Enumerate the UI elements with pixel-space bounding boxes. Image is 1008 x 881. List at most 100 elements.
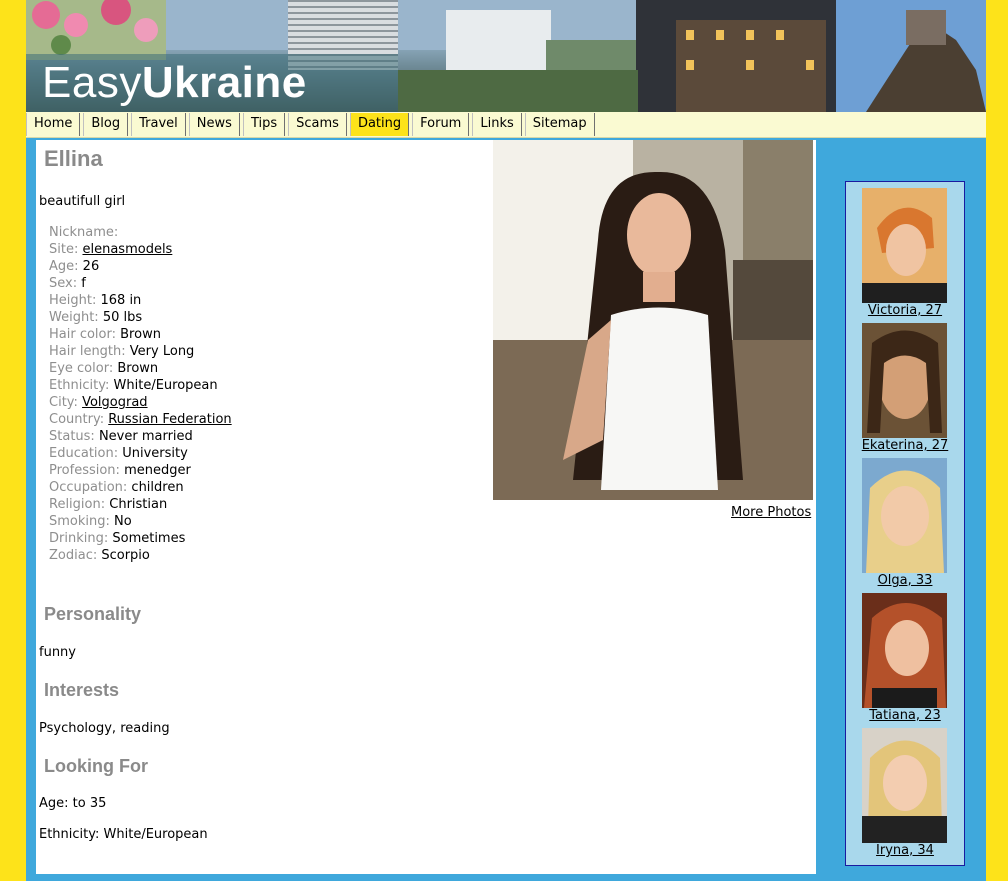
- nav-dating[interactable]: Dating: [349, 113, 410, 136]
- detail-eye-color: Eye color: Brown: [49, 360, 259, 377]
- featured-profile-link[interactable]: Victoria, 27: [850, 303, 960, 318]
- personality-heading: Personality: [44, 604, 142, 624]
- detail-value: menedger: [124, 463, 191, 478]
- featured-profile[interactable]: Ekaterina, 27: [862, 323, 948, 453]
- nav-tips[interactable]: Tips: [242, 113, 286, 136]
- detail-value: Never married: [98, 429, 193, 444]
- detail-label: Eye color:: [49, 361, 114, 376]
- featured-profile-link[interactable]: Iryna, 34: [850, 843, 960, 858]
- detail-value: White/European: [113, 378, 218, 393]
- nav-home[interactable]: Home: [26, 113, 81, 136]
- detail-value: University: [122, 446, 188, 461]
- detail-label: Drinking:: [49, 531, 109, 546]
- detail-value: 168 in: [100, 293, 142, 308]
- detail-profession: Profession: menedger: [49, 462, 259, 479]
- personality-text: funny: [39, 645, 76, 660]
- detail-smoking: Smoking: No: [49, 513, 259, 530]
- detail-label: Occupation:: [49, 480, 128, 495]
- profile-tagline: beautifull girl: [39, 194, 126, 209]
- looking-for-heading: Looking For: [44, 756, 148, 776]
- detail-value: No: [114, 514, 132, 529]
- nav-forum[interactable]: Forum: [412, 113, 470, 136]
- detail-label: Hair color:: [49, 327, 116, 342]
- profile-thumbnail[interactable]: [862, 728, 947, 843]
- featured-profile[interactable]: Victoria, 27: [862, 188, 947, 318]
- detail-value: Christian: [109, 497, 168, 512]
- detail-label: Age:: [49, 259, 79, 274]
- nav-news[interactable]: News: [188, 113, 240, 136]
- detail-value: Very Long: [129, 344, 195, 359]
- featured-profile-link[interactable]: Olga, 33: [850, 573, 960, 588]
- detail-zodiac: Zodiac: Scorpio: [49, 547, 259, 564]
- featured-profile[interactable]: Tatiana, 23: [862, 593, 947, 723]
- profile-thumbnail[interactable]: [862, 458, 947, 573]
- detail-value: 26: [82, 259, 100, 274]
- nav-blog[interactable]: Blog: [83, 113, 129, 136]
- detail-drinking: Drinking: Sometimes: [49, 530, 259, 547]
- detail-value: f: [81, 276, 86, 291]
- country-link[interactable]: Russian Federation: [108, 412, 231, 427]
- logo-text-light: Easy: [42, 58, 142, 107]
- site-link[interactable]: elenasmodels: [82, 242, 172, 257]
- detail-value: Sometimes: [112, 531, 186, 546]
- logo-text-bold: Ukraine: [141, 58, 307, 107]
- detail-label: Profession:: [49, 463, 120, 478]
- detail-label: Nickname:: [49, 225, 119, 240]
- more-photos-link[interactable]: More Photos: [731, 505, 811, 520]
- featured-profiles-sidebar: Victoria, 27 Ekaterina, 27 Olga, 33 Tati…: [845, 181, 965, 866]
- page-frame: EasyUkraine Home Blog Travel News Tips S…: [26, 0, 986, 881]
- detail-label: City:: [49, 395, 78, 410]
- detail-value: Brown: [117, 361, 159, 376]
- detail-status: Status: Never married: [49, 428, 259, 445]
- nav-travel[interactable]: Travel: [131, 113, 186, 136]
- nav-scams[interactable]: Scams: [288, 113, 347, 136]
- detail-education: Education: University: [49, 445, 259, 462]
- profile-thumbnail[interactable]: [862, 593, 947, 708]
- detail-label: Sex:: [49, 276, 78, 291]
- profile-name: Ellina: [44, 146, 103, 171]
- detail-nickname: Nickname:: [49, 224, 259, 241]
- looking-for-age: Age: to 35: [39, 796, 107, 811]
- profile-photo-image: [493, 140, 813, 500]
- detail-height: Height: 168 in: [49, 292, 259, 309]
- profile-thumbnail[interactable]: [862, 323, 947, 438]
- featured-profile-link[interactable]: Tatiana, 23: [850, 708, 960, 723]
- detail-sex: Sex: f: [49, 275, 259, 292]
- profile-photo[interactable]: [493, 140, 813, 500]
- profile-content: Ellina beautifull girl Nickname: Site: e…: [36, 140, 816, 874]
- detail-value: 50 lbs: [102, 310, 143, 325]
- nav-links[interactable]: Links: [472, 113, 522, 136]
- featured-profile[interactable]: Iryna, 34: [862, 728, 947, 858]
- city-link[interactable]: Volgograd: [82, 395, 147, 410]
- detail-ethnicity: Ethnicity: White/European: [49, 377, 259, 394]
- detail-city: City: Volgograd: [49, 394, 259, 411]
- detail-hair-color: Hair color: Brown: [49, 326, 259, 343]
- detail-label: Religion:: [49, 497, 106, 512]
- featured-profile[interactable]: Olga, 33: [862, 458, 947, 588]
- detail-label: Site:: [49, 242, 79, 257]
- detail-label: Height:: [49, 293, 97, 308]
- detail-value: Scorpio: [101, 548, 150, 563]
- detail-value: Brown: [120, 327, 161, 342]
- detail-site: Site: elenasmodels: [49, 241, 259, 258]
- detail-label: Hair length:: [49, 344, 126, 359]
- interests-heading: Interests: [44, 680, 120, 700]
- detail-age: Age: 26: [49, 258, 259, 275]
- detail-hair-length: Hair length: Very Long: [49, 343, 259, 360]
- main-navigation: Home Blog Travel News Tips Scams Dating …: [26, 112, 986, 138]
- detail-occupation: Occupation: children: [49, 479, 259, 496]
- detail-label: Smoking:: [49, 514, 110, 529]
- detail-weight: Weight: 50 lbs: [49, 309, 259, 326]
- detail-label: Ethnicity:: [49, 378, 110, 393]
- profile-thumbnail[interactable]: [862, 188, 947, 303]
- detail-label: Status:: [49, 429, 95, 444]
- detail-label: Education:: [49, 446, 119, 461]
- featured-profile-link[interactable]: Ekaterina, 27: [850, 438, 960, 453]
- detail-religion: Religion: Christian: [49, 496, 259, 513]
- header-banner: EasyUkraine: [26, 0, 986, 112]
- site-logo[interactable]: EasyUkraine: [42, 58, 307, 108]
- detail-label: Zodiac:: [49, 548, 98, 563]
- detail-value: children: [131, 480, 184, 495]
- looking-for-ethnicity: Ethnicity: White/European: [39, 827, 208, 842]
- nav-sitemap[interactable]: Sitemap: [524, 113, 595, 136]
